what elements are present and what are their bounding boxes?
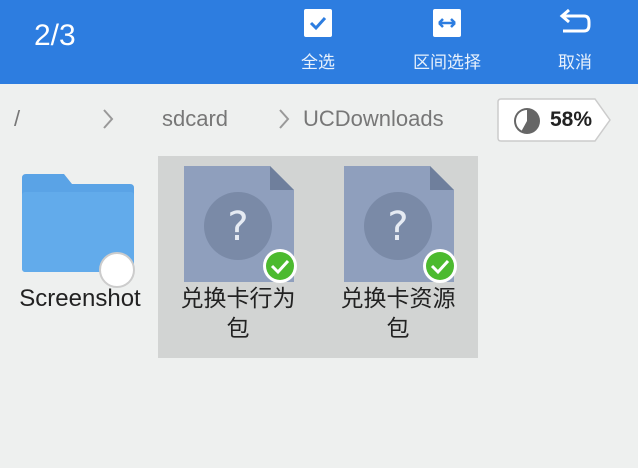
storage-percent: 58% bbox=[550, 108, 593, 131]
select-checkbox[interactable] bbox=[99, 252, 135, 288]
undo-icon bbox=[558, 6, 592, 40]
checkbox-icon bbox=[301, 6, 335, 40]
selection-toolbar: 2/3 全选 区间选择 取消 bbox=[0, 0, 638, 84]
breadcrumb-ucdownloads[interactable]: UCDownloads bbox=[303, 106, 444, 132]
file-name-line: 包 bbox=[226, 316, 250, 342]
storage-pie-icon bbox=[514, 108, 540, 134]
select-all-button[interactable]: 全选 bbox=[270, 0, 366, 84]
breadcrumb-root[interactable]: / bbox=[14, 106, 20, 132]
file-name-line: 兑换卡资源 bbox=[340, 286, 456, 312]
chevron-right-icon bbox=[103, 109, 114, 129]
file-grid: Screenshot ? 兑换卡行为 包 ? 兑换卡资源 包 bbox=[0, 150, 638, 468]
range-select-icon bbox=[430, 6, 464, 40]
cancel-button[interactable]: 取消 bbox=[527, 0, 623, 84]
file-item[interactable]: ? 兑换卡资源 包 bbox=[318, 156, 478, 358]
cancel-label: 取消 bbox=[558, 53, 592, 73]
chevron-right-icon bbox=[279, 109, 290, 129]
file-name-line: 包 bbox=[386, 316, 410, 342]
check-circle-icon[interactable] bbox=[422, 248, 458, 284]
breadcrumb-sdcard[interactable]: sdcard bbox=[162, 106, 228, 132]
file-name: 兑换卡行为 包 bbox=[158, 284, 318, 344]
svg-text:?: ? bbox=[227, 204, 248, 250]
select-all-label: 全选 bbox=[301, 53, 335, 73]
file-name: Screenshot bbox=[19, 285, 141, 312]
svg-text:?: ? bbox=[387, 204, 408, 250]
file-name: 兑换卡资源 包 bbox=[318, 284, 478, 344]
check-circle-icon[interactable] bbox=[262, 248, 298, 284]
selection-count: 2/3 bbox=[34, 19, 76, 52]
folder-item-screenshot[interactable]: Screenshot bbox=[0, 156, 160, 358]
range-select-label: 区间选择 bbox=[413, 53, 481, 73]
range-select-button[interactable]: 区间选择 bbox=[399, 0, 495, 84]
file-name-line: 兑换卡行为 bbox=[180, 286, 296, 312]
file-item[interactable]: ? 兑换卡行为 包 bbox=[158, 156, 318, 358]
